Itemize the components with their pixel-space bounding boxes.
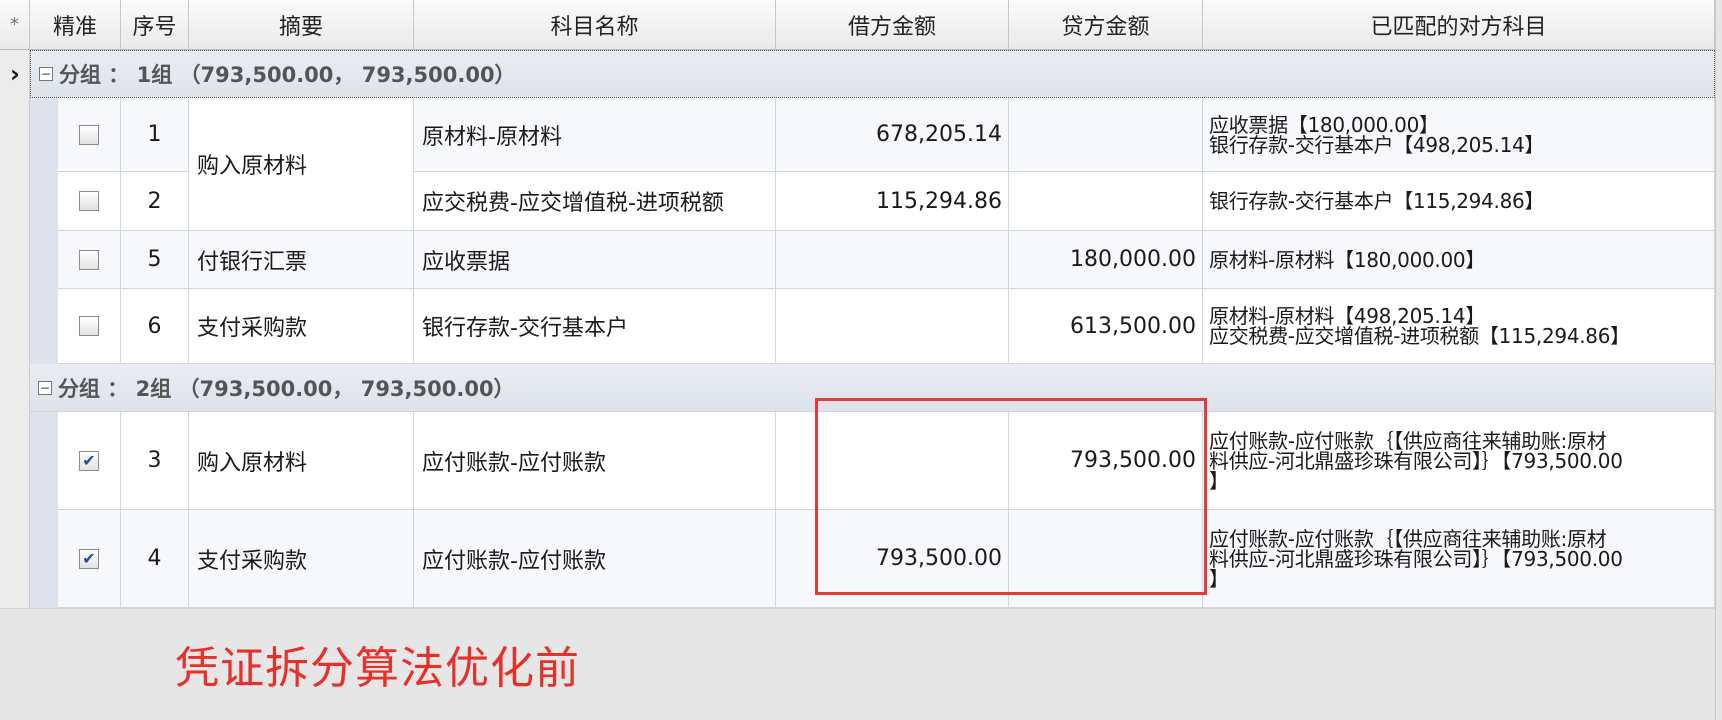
credit-cell bbox=[1009, 172, 1203, 231]
debit-cell bbox=[776, 231, 1009, 289]
col-header-seq[interactable]: 序号 bbox=[121, 0, 189, 50]
credit-cell bbox=[1009, 98, 1203, 172]
precise-cell[interactable] bbox=[58, 98, 121, 172]
row-indicator-column bbox=[0, 50, 30, 608]
matched-cell: 银行存款-交行基本户【115,294.86】 bbox=[1203, 172, 1715, 231]
row-selector-corner[interactable]: * bbox=[0, 0, 30, 50]
precise-checkbox[interactable] bbox=[79, 249, 99, 270]
precise-cell[interactable]: ✔ bbox=[58, 510, 121, 608]
matched-cell: 应收票据【180,000.00】 银行存款-交行基本户【498,205.14】 bbox=[1203, 98, 1715, 172]
collapse-icon[interactable]: − bbox=[39, 67, 53, 81]
col-header-debit[interactable]: 借方金额 bbox=[776, 0, 1009, 50]
precise-checkbox[interactable]: ✔ bbox=[79, 450, 99, 471]
matched-cell: 原材料-原材料【180,000.00】 bbox=[1203, 231, 1715, 289]
precise-checkbox[interactable]: ✔ bbox=[79, 548, 99, 569]
matched-cell: 应付账款-应付账款｛【供应商往来辅助账:原材 料供应-河北鼎盛珍珠有限公司】｝【7… bbox=[1203, 510, 1715, 608]
subject-cell: 应收票据 bbox=[414, 231, 776, 289]
subject-cell: 银行存款-交行基本户 bbox=[414, 289, 776, 364]
credit-cell: 180,000.00 bbox=[1009, 231, 1203, 289]
credit-cell: 613,500.00 bbox=[1009, 289, 1203, 364]
col-header-precise[interactable]: 精准 bbox=[30, 0, 121, 50]
summary-cell: 购入原材料 bbox=[189, 412, 414, 510]
matched-cell: 原材料-原材料【498,205.14】 应交税费-应交增值税-进项税额【115,2… bbox=[1203, 289, 1715, 364]
summary-cell: 支付采购款 bbox=[189, 510, 414, 608]
debit-cell bbox=[776, 289, 1009, 364]
seq-cell: 3 bbox=[121, 412, 189, 510]
group-indent bbox=[30, 98, 58, 364]
summary-cell: 付银行汇票 bbox=[189, 231, 414, 289]
summary-cell: 购入原材料 bbox=[189, 98, 414, 231]
precise-checkbox[interactable] bbox=[79, 124, 99, 145]
highlight-box bbox=[815, 398, 1207, 595]
seq-cell: 2 bbox=[121, 172, 189, 231]
group-indent bbox=[30, 412, 58, 608]
seq-cell: 4 bbox=[121, 510, 189, 608]
precise-checkbox[interactable] bbox=[79, 191, 99, 211]
grid-bottom-border bbox=[0, 608, 1715, 609]
seq-cell: 1 bbox=[121, 98, 189, 172]
group-label: 分组 ： 1组 （793,500.00， 793,500.00） bbox=[59, 63, 516, 87]
col-header-summary[interactable]: 摘要 bbox=[189, 0, 414, 50]
seq-cell: 5 bbox=[121, 231, 189, 289]
precise-cell[interactable] bbox=[58, 231, 121, 289]
collapse-icon[interactable]: − bbox=[38, 380, 52, 395]
current-row-arrow-icon: › bbox=[10, 60, 20, 88]
matched-cell: 应付账款-应付账款｛【供应商往来辅助账:原材 料供应-河北鼎盛珍珠有限公司】｝【7… bbox=[1203, 412, 1715, 510]
debit-cell: 678,205.14 bbox=[776, 98, 1009, 172]
group-row[interactable]: − 分组 ： 1组 （793,500.00， 793,500.00） bbox=[30, 50, 1715, 98]
subject-cell: 原材料-原材料 bbox=[414, 98, 776, 172]
precise-cell[interactable] bbox=[58, 172, 121, 231]
col-header-matched[interactable]: 已匹配的对方科目 bbox=[1203, 0, 1715, 50]
annotation-note: 凭证拆分算法优化前 bbox=[175, 643, 580, 694]
group-label: 分组 ： 2组 （793,500.00， 793,500.00） bbox=[58, 376, 515, 401]
col-header-subject[interactable]: 科目名称 bbox=[414, 0, 776, 50]
debit-cell: 115,294.86 bbox=[776, 172, 1009, 231]
voucher-grid: * 精准 序号 摘要 科目名称 借方金额 贷方金额 已匹配的对方科目 › − 分… bbox=[0, 0, 1722, 720]
subject-cell: 应付账款-应付账款 bbox=[414, 412, 776, 510]
grid-right-border bbox=[1715, 0, 1722, 720]
subject-cell: 应付账款-应付账款 bbox=[414, 510, 776, 608]
summary-cell: 支付采购款 bbox=[189, 289, 414, 364]
seq-cell: 6 bbox=[121, 289, 189, 364]
precise-cell[interactable]: ✔ bbox=[58, 412, 121, 510]
precise-cell[interactable] bbox=[58, 289, 121, 364]
precise-checkbox[interactable] bbox=[79, 316, 99, 336]
col-header-credit[interactable]: 贷方金额 bbox=[1009, 0, 1203, 50]
subject-cell: 应交税费-应交增值税-进项税额 bbox=[414, 172, 776, 231]
